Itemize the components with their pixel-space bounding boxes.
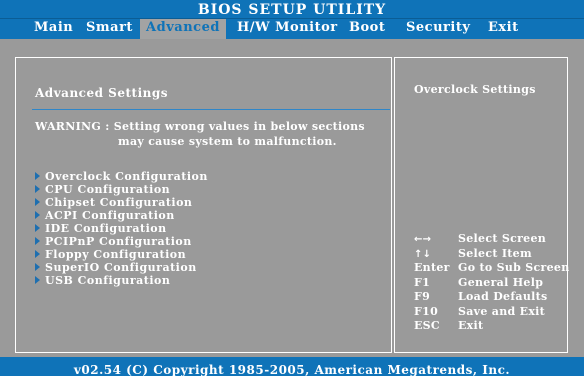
key-name: ESC: [414, 319, 440, 332]
menu-item-label: IDE Configuration: [45, 222, 167, 235]
key-row-f1: F1 General Help: [414, 276, 570, 291]
key-name: F9: [414, 290, 431, 303]
tab-boot[interactable]: Boot: [349, 19, 385, 39]
tab-main[interactable]: Main: [34, 19, 73, 39]
key-row-f10: F10 Save and Exit: [414, 305, 570, 320]
submenu-arrow-icon: [35, 237, 40, 245]
menu-item-pcipnp[interactable]: PCIPnP Configuration: [35, 235, 208, 248]
key-action: General Help: [458, 275, 544, 289]
tab-advanced[interactable]: Advanced: [140, 19, 226, 39]
divider: [32, 109, 390, 110]
menu-item-cpu[interactable]: CPU Configuration: [35, 183, 208, 196]
menu-item-floppy[interactable]: Floppy Configuration: [35, 248, 208, 261]
submenu-arrow-icon: [35, 263, 40, 271]
key-action: Go to Sub Screen: [458, 261, 570, 274]
key-row-select-screen: ←→ Select Screen: [414, 232, 570, 247]
submenu-arrow-icon: [35, 276, 40, 284]
key-action: Save and Exit: [458, 304, 546, 318]
tab-hw-monitor[interactable]: H/W Monitor: [237, 19, 338, 39]
submenu-arrow-icon: [35, 211, 40, 219]
menu-item-acpi[interactable]: ACPI Configuration: [35, 209, 208, 222]
key-row-f9: F9 Load Defaults: [414, 290, 570, 305]
window-title: BIOS SETUP UTILITY: [0, 0, 584, 18]
copyright-footer: v02.54 (C) Copyright 1985-2005, American…: [0, 357, 584, 376]
menu-item-ide[interactable]: IDE Configuration: [35, 222, 208, 235]
key-row-select-item: ↑↓ Select Item: [414, 247, 570, 262]
warning-line-2: may cause system to malfunction.: [118, 135, 337, 148]
key-legend: ←→ Select Screen ↑↓ Select Item Enter Go to…: [414, 232, 570, 334]
key-name: F1: [414, 275, 431, 289]
warning-line-1: WARNING : Setting wrong values in below …: [35, 120, 365, 133]
tab-security[interactable]: Security: [406, 19, 470, 39]
menu-item-usb[interactable]: USB Configuration: [35, 274, 208, 287]
key-name: F10: [414, 304, 439, 318]
menu-item-superio[interactable]: SuperIO Configuration: [35, 261, 208, 274]
submenu-arrow-icon: [35, 172, 40, 180]
submenu-arrow-icon: [35, 224, 40, 232]
key-action: Exit: [458, 319, 484, 332]
key-action: Select Screen: [458, 232, 547, 245]
menu-item-label: Chipset Configuration: [45, 196, 193, 209]
submenu-arrow-icon: [35, 250, 40, 258]
menu-item-label: Overclock Configuration: [45, 170, 208, 183]
up-down-arrow-icon: ↑↓: [414, 248, 432, 260]
submenu-arrow-icon: [35, 185, 40, 193]
menu-item-label: SuperIO Configuration: [45, 261, 197, 274]
menu-item-chipset[interactable]: Chipset Configuration: [35, 196, 208, 209]
key-action: Select Item: [458, 246, 532, 260]
tab-exit[interactable]: Exit: [488, 19, 519, 39]
tab-smart[interactable]: Smart: [86, 19, 133, 39]
menu-item-overclock[interactable]: Overclock Configuration: [35, 170, 208, 183]
menu-item-label: USB Configuration: [45, 274, 171, 287]
menu-bar: Main Smart Advanced H/W Monitor Boot Sec…: [0, 18, 584, 39]
submenu-arrow-icon: [35, 198, 40, 206]
menu-item-label: PCIPnP Configuration: [45, 235, 192, 248]
key-row-enter: Enter Go to Sub Screen: [414, 261, 570, 276]
key-action: Load Defaults: [458, 290, 548, 303]
menu-item-label: Floppy Configuration: [45, 248, 187, 261]
config-menu: Overclock Configuration CPU Configuratio…: [35, 170, 208, 287]
menu-item-label: CPU Configuration: [45, 183, 171, 196]
section-title: Advanced Settings: [35, 86, 168, 100]
help-title: Overclock Settings: [414, 83, 536, 96]
key-row-esc: ESC Exit: [414, 319, 570, 334]
left-right-arrow-icon: ←→: [414, 234, 432, 245]
menu-item-label: ACPI Configuration: [45, 209, 175, 222]
key-name: Enter: [414, 261, 450, 274]
